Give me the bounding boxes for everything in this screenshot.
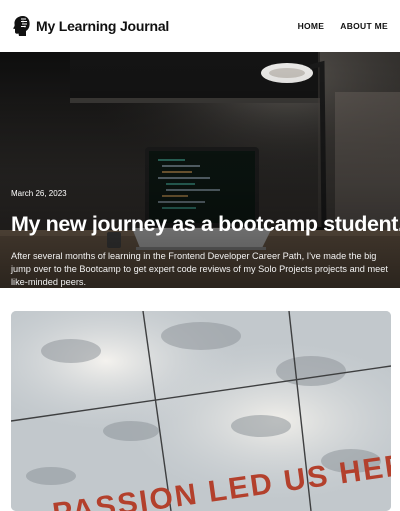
post-card-image: PASSION LED US HERE bbox=[11, 311, 391, 511]
head-profile-icon bbox=[12, 15, 32, 37]
hero-featured-post[interactable]: March 26, 2023 My new journey as a bootc… bbox=[0, 52, 400, 288]
post-card[interactable]: PASSION LED US HERE bbox=[11, 311, 391, 511]
site-title: My Learning Journal bbox=[36, 18, 170, 34]
main-nav: HOME ABOUT ME bbox=[298, 21, 388, 31]
nav-about-link[interactable]: ABOUT ME bbox=[340, 21, 388, 31]
post-title[interactable]: My new journey as a bootcamp student. bbox=[11, 212, 400, 237]
nav-home-link[interactable]: HOME bbox=[298, 21, 325, 31]
site-header: My Learning Journal HOME ABOUT ME bbox=[0, 0, 400, 52]
post-date: March 26, 2023 bbox=[11, 189, 67, 198]
post-excerpt: After several months of learning in the … bbox=[11, 251, 388, 287]
brand-link[interactable]: My Learning Journal bbox=[12, 15, 169, 37]
